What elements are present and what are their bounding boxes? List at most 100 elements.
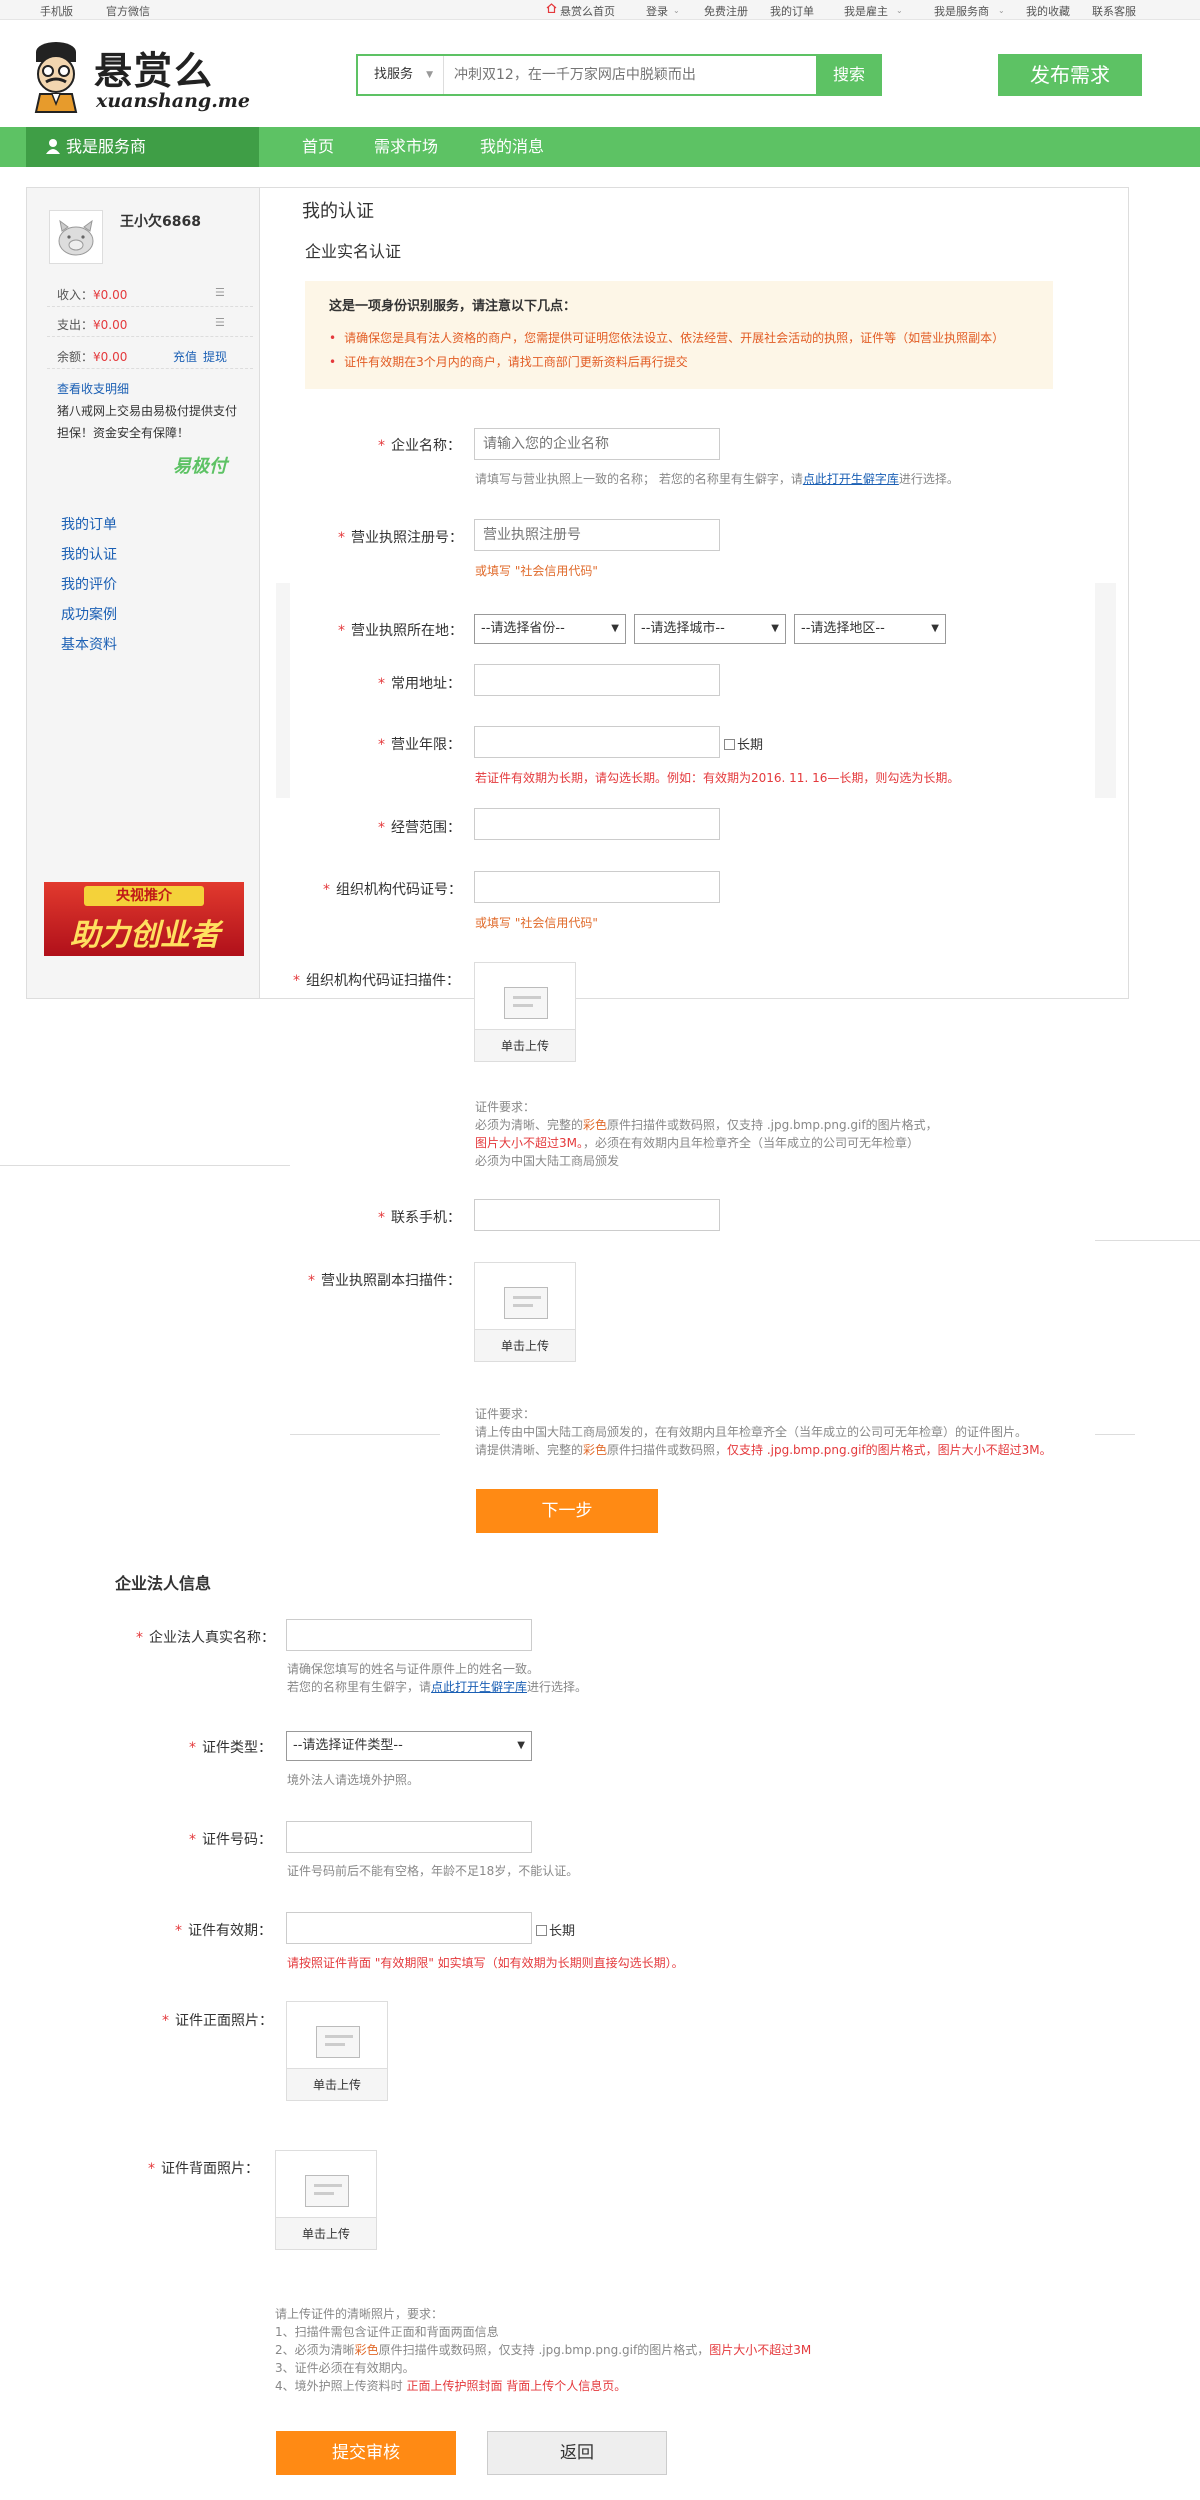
sidebar-item-reviews[interactable]: 我的评价: [61, 574, 117, 594]
sidebar-item-cases[interactable]: 成功案例: [61, 604, 117, 624]
company-name-label: * 企业名称：: [378, 438, 461, 454]
id-front-upload[interactable]: 单击上传: [286, 2001, 388, 2101]
favorites-link[interactable]: 我的收藏: [1026, 3, 1070, 19]
sidebar-item-orders[interactable]: 我的订单: [61, 514, 117, 534]
upload-button[interactable]: 单击上传: [287, 2068, 387, 2100]
scope-input[interactable]: [474, 808, 720, 840]
back-button[interactable]: 返回: [487, 2431, 667, 2475]
support-link[interactable]: 联系客服: [1092, 3, 1136, 19]
legal-name-input[interactable]: [286, 1619, 532, 1651]
pig-avatar-icon: [58, 219, 94, 256]
company-name-hint: 请填写与营业执照上一致的名称； 若您的名称里有生僻字，请点此打开生僻字库进行选择…: [475, 472, 959, 486]
id-no-hint: 证件号码前后不能有空格，年龄不足18岁，不能认证。: [287, 1864, 579, 1878]
chevron-down-icon: ▼: [931, 623, 939, 634]
submit-review-button[interactable]: 提交审核: [276, 2431, 456, 2475]
term-long-checkbox[interactable]: 长期: [724, 734, 763, 753]
balance-value: ¥0.00: [93, 350, 128, 364]
rare-char-link[interactable]: 点此打开生僻字库: [803, 472, 899, 486]
yijifu-logo: 易极付: [173, 456, 227, 477]
provider-link[interactable]: 我是服务商: [934, 3, 989, 19]
notice-item: • 证件有效期在3个月内的商户，请找工商部门更新资料后再行提交: [329, 355, 688, 369]
employer-link[interactable]: 我是雇主: [844, 3, 888, 19]
chevron-down-icon: ⌄: [896, 6, 903, 15]
scope-label: * 经营范围：: [378, 820, 461, 836]
recharge-link[interactable]: 充值: [173, 348, 197, 365]
avatar[interactable]: [49, 210, 103, 264]
license-no-hint: 或填写 "社会信用代码": [475, 564, 598, 578]
mobile-link[interactable]: 手机版: [40, 3, 73, 19]
search-type-select[interactable]: 找服务 ▼: [358, 56, 444, 94]
phone-input[interactable]: [474, 1199, 720, 1231]
register-link[interactable]: 免费注册: [704, 3, 748, 19]
publish-request-button[interactable]: 发布需求: [998, 54, 1142, 96]
sidebar-item-certification[interactable]: 我的认证: [61, 544, 117, 564]
province-select[interactable]: --请选择省份-- ▼: [474, 614, 626, 644]
id-card-placeholder-icon: [316, 2026, 360, 2058]
chevron-down-icon: ▼: [611, 623, 619, 634]
withdraw-link[interactable]: 提现: [203, 348, 227, 365]
chevron-down-icon: ⌄: [998, 6, 1005, 15]
chevron-down-icon: ▼: [426, 70, 433, 80]
top-bar: 手机版 官方微信 悬赏么首页 登录 ⌄ 免费注册 我的订单 我是雇主 ⌄ 我是服…: [0, 0, 1200, 20]
divider: [47, 368, 253, 369]
term-input[interactable]: [474, 726, 720, 758]
legal-name-label: * 企业法人真实名称：: [136, 1630, 275, 1646]
id-back-upload[interactable]: 单击上传: [275, 2150, 377, 2250]
nav-home[interactable]: 首页: [302, 127, 334, 167]
company-name-input[interactable]: [474, 428, 720, 460]
divider: [47, 306, 253, 307]
provider-center-tab[interactable]: 我是服务商: [26, 127, 259, 167]
nav-messages[interactable]: 我的消息: [480, 127, 544, 167]
promo-banner[interactable]: 央视推介 助力创业者: [44, 882, 244, 956]
my-orders-link[interactable]: 我的订单: [770, 3, 814, 19]
id-long-checkbox[interactable]: 长期: [536, 1920, 575, 1939]
home-link[interactable]: 悬赏么首页: [560, 3, 615, 19]
expense-value: ¥0.00: [93, 318, 128, 332]
id-type-select[interactable]: --请选择证件类型-- ▼: [286, 1731, 532, 1761]
image-placeholder-icon: [504, 987, 548, 1019]
upload-button[interactable]: 单击上传: [276, 2217, 376, 2249]
notice-title: 这是一项身份识别服务，请注意以下几点：: [329, 299, 577, 314]
mascot-logo-icon: [34, 42, 78, 113]
list-icon[interactable]: ☰: [215, 316, 225, 329]
id-valid-hint: 请按照证件背面 "有效期限" 如实填写（如有效期为长期则直接勾选长期）。: [287, 1956, 684, 1970]
user-icon: [46, 139, 60, 154]
chevron-down-icon: ▼: [517, 1740, 525, 1751]
license-location-label: * 营业执照所在地：: [338, 623, 463, 639]
upload-button[interactable]: 单击上传: [475, 1029, 575, 1061]
view-details-link[interactable]: 查看收支明细: [57, 380, 129, 397]
main-nav: 我是服务商 首页 需求市场 我的消息: [0, 127, 1200, 167]
city-select[interactable]: --请选择城市-- ▼: [634, 614, 786, 644]
org-scan-upload[interactable]: 单击上传: [474, 962, 576, 1062]
divider: [0, 1165, 290, 1166]
org-code-label: * 组织机构代码证号：: [323, 882, 462, 898]
section-title-legal: 企业法人信息: [115, 1574, 212, 1593]
expense-row: 支出：¥0.00: [57, 318, 128, 332]
divider: [1095, 1434, 1135, 1435]
address-input[interactable]: [474, 664, 720, 696]
upload-button[interactable]: 单击上传: [475, 1329, 575, 1361]
id-valid-input[interactable]: [286, 1912, 532, 1944]
license-scan-upload[interactable]: 单击上传: [474, 1262, 576, 1362]
site-logo[interactable]: 悬赏么 xuanshang.me: [26, 38, 250, 118]
org-code-input[interactable]: [474, 871, 720, 903]
district-select[interactable]: --请选择地区-- ▼: [794, 614, 946, 644]
rare-char-link[interactable]: 点此打开生僻字库: [431, 1680, 527, 1694]
search-button[interactable]: 搜索: [816, 54, 882, 96]
login-link[interactable]: 登录: [646, 3, 668, 19]
id-type-hint: 境外法人请选境外护照。: [287, 1773, 420, 1787]
next-step-button[interactable]: 下一步: [476, 1489, 658, 1533]
search-input[interactable]: [444, 56, 770, 94]
license-no-input[interactable]: [474, 519, 720, 551]
divider: [290, 1434, 440, 1435]
nav-market[interactable]: 需求市场: [374, 127, 438, 167]
logo-text-en: xuanshang.me: [96, 90, 250, 112]
username: 王小欠6868: [120, 214, 201, 230]
banner-tag: 央视推介: [84, 886, 204, 906]
list-icon[interactable]: ☰: [215, 286, 225, 299]
id-no-input[interactable]: [286, 1821, 532, 1853]
sidebar-item-profile[interactable]: 基本资料: [61, 634, 117, 654]
banner-headline: 助力创业者: [70, 918, 220, 953]
wechat-link[interactable]: 官方微信: [106, 3, 150, 19]
sidebar: 王小欠6868 收入：¥0.00 ☰ 支出：¥0.00 ☰ 余额：¥0.00 充…: [27, 188, 260, 998]
